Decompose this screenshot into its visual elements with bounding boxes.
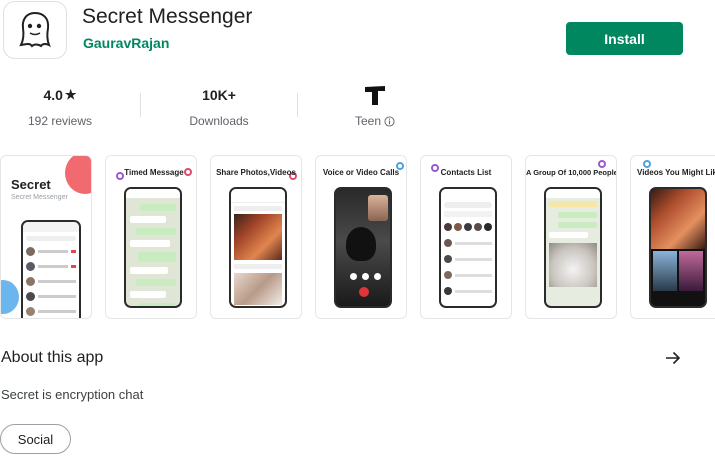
- content-rating-stat: Teen: [315, 85, 435, 128]
- screenshot-6[interactable]: A Group Of 10,000 People: [525, 155, 617, 319]
- screenshot-caption: Voice or Video Calls: [322, 168, 400, 177]
- screenshot-caption: Contacts List: [440, 168, 492, 177]
- phone-frame: [544, 187, 602, 308]
- screenshot-subcaption: Secret Messenger: [11, 194, 68, 201]
- screenshot-2[interactable]: Timed Message: [105, 155, 197, 319]
- about-title: About this app: [1, 349, 104, 366]
- screenshot-caption: A Group Of 10,000 People: [526, 168, 617, 177]
- info-icon[interactable]: [384, 115, 395, 127]
- screenshot-1[interactable]: Secret Secret Messenger: [0, 155, 92, 319]
- screenshot-3[interactable]: Share Photos,Videos: [210, 155, 302, 319]
- screenshot-4[interactable]: Voice or Video Calls: [315, 155, 407, 319]
- decor-circle: [1, 280, 19, 314]
- screenshot-7[interactable]: Videos You Might Like: [630, 155, 715, 319]
- downloads-stat: 10K+ Downloads: [159, 85, 279, 128]
- screenshot-5[interactable]: Contacts List: [420, 155, 512, 319]
- about-expand-button[interactable]: [662, 347, 684, 369]
- arrow-right-icon: [666, 351, 681, 365]
- phone-frame: [21, 220, 81, 318]
- screenshot-caption: Videos You Might Like: [637, 168, 715, 177]
- phone-frame: [124, 187, 182, 308]
- phone-frame: [649, 187, 707, 308]
- downloads-label: Downloads: [189, 114, 249, 128]
- screenshot-caption: Share Photos,Videos: [216, 168, 296, 177]
- rating-stat: 4.0 ★ 192 reviews: [0, 85, 120, 128]
- divider: [140, 93, 141, 117]
- rating-value: 4.0: [43, 87, 63, 103]
- screenshot-carousel[interactable]: Secret Secret Messenger Timed Message Sh…: [0, 155, 715, 321]
- install-button[interactable]: Install: [566, 22, 683, 55]
- teen-rating-icon: [365, 86, 385, 105]
- screenshot-caption: Timed Message: [124, 168, 184, 177]
- phone-frame: [229, 187, 287, 308]
- app-icon: [3, 1, 67, 59]
- stats-row: 4.0 ★ 192 reviews 10K+ Downloads Teen: [0, 85, 420, 135]
- ghost-logo-icon: [19, 11, 51, 48]
- decor-circle: [65, 156, 91, 194]
- app-title: Secret Messenger: [82, 5, 253, 28]
- app-description: Secret is encryption chat: [1, 387, 144, 402]
- content-rating-label: Teen: [354, 114, 382, 128]
- divider: [297, 93, 298, 117]
- reviews-count[interactable]: 192 reviews: [0, 114, 120, 128]
- star-icon: ★: [64, 87, 77, 102]
- tag-chip-social[interactable]: Social: [0, 424, 71, 454]
- downloads-value: 10K+: [202, 87, 236, 103]
- developer-link[interactable]: GauravRajan: [83, 35, 169, 51]
- screenshot-caption: Secret: [11, 177, 51, 192]
- phone-frame: [439, 187, 497, 308]
- phone-frame: [334, 187, 392, 308]
